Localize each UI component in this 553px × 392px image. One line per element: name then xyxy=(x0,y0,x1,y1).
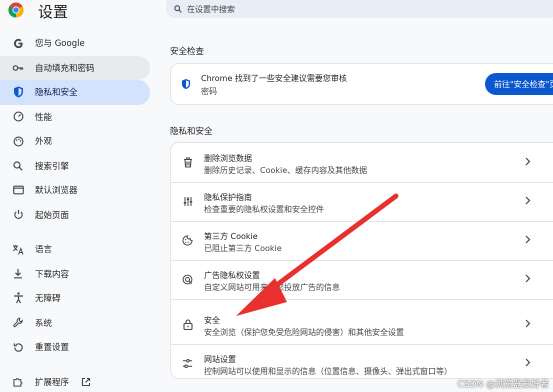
sidebar-item-label: 重置设置 xyxy=(35,343,70,354)
cookie-icon xyxy=(182,235,193,246)
shield-icon xyxy=(12,86,24,98)
sidebar-item-label: 默认浏览器 xyxy=(35,186,78,197)
sliders-icon xyxy=(182,196,193,207)
ad-privacy-icon xyxy=(182,274,193,285)
accessibility-icon xyxy=(12,292,24,304)
search-icon xyxy=(174,5,182,13)
search-placeholder: 在设置中搜索 xyxy=(187,4,235,14)
safety-check-title: Chrome 找到了一些安全建议需要您审核 xyxy=(201,74,347,83)
key-icon xyxy=(12,62,24,74)
row-title: 删除浏览数据 xyxy=(204,154,252,163)
row-title: 安全 xyxy=(204,316,220,325)
sidebar-item-label: 起始页面 xyxy=(35,210,70,221)
sidebar-item-autofill[interactable]: 自动填充和密码 xyxy=(0,55,150,80)
sidebar-item-label: 无障碍 xyxy=(35,294,61,305)
row-privacy-guide[interactable]: 隐私保护指南 检查重要的隐私权设置和安全控件 xyxy=(171,182,553,221)
browser-window-icon xyxy=(12,184,24,196)
row-subtitle: 自定义网站可用来向您投放广告的信息 xyxy=(204,283,340,292)
wrench-icon xyxy=(12,317,24,329)
sidebar-item-label: 语言 xyxy=(35,245,53,256)
chevron-right-icon xyxy=(525,196,531,205)
trash-icon xyxy=(182,157,193,168)
translate-icon xyxy=(12,243,24,255)
palette-icon xyxy=(12,135,24,147)
chevron-right-icon xyxy=(525,319,531,328)
sidebar-item-you-and-google[interactable]: 您与 Google xyxy=(0,31,150,56)
puzzle-icon xyxy=(12,376,24,388)
sidebar-item-system[interactable]: 系统 xyxy=(0,311,150,336)
settings-sidebar: 您与 Google 自动填充和密码 隐私和安全 性能 外观 搜索引擎 默认浏览器… xyxy=(0,31,150,392)
settings-search-input[interactable]: 在设置中搜索 xyxy=(166,0,553,18)
sidebar-item-label: 您与 Google xyxy=(35,39,85,50)
sidebar-item-label: 扩展程序 xyxy=(35,377,70,388)
power-icon xyxy=(12,209,24,221)
sidebar-item-downloads[interactable]: 下载内容 xyxy=(0,262,150,287)
sidebar-item-label: 系统 xyxy=(35,318,53,329)
sidebar-item-label: 下载内容 xyxy=(35,269,70,280)
sidebar-item-label: 外观 xyxy=(35,137,53,148)
row-subtitle: 已阻止第三方 Cookie xyxy=(204,244,282,253)
chrome-logo-icon xyxy=(8,2,24,18)
go-to-safety-check-button[interactable]: 前往"安全检查"页 xyxy=(485,73,553,95)
row-subtitle: 删除历史记录、Cookie、缓存内容及其他数据 xyxy=(204,166,368,175)
chevron-right-icon xyxy=(525,358,531,367)
row-title: 广告隐私权设置 xyxy=(204,271,260,280)
sidebar-item-accessibility[interactable]: 无障碍 xyxy=(0,286,150,311)
row-clear-browsing-data[interactable]: 删除浏览数据 删除历史记录、Cookie、缓存内容及其他数据 xyxy=(171,143,553,182)
google-icon xyxy=(12,37,24,49)
sidebar-item-label: 性能 xyxy=(35,112,53,123)
page-title: 设置 xyxy=(38,3,69,21)
row-title: 第三方 Cookie xyxy=(204,232,258,241)
sidebar-item-extensions[interactable]: 扩展程序 xyxy=(0,370,150,392)
row-title: 网站设置 xyxy=(204,355,236,364)
sidebar-item-performance[interactable]: 性能 xyxy=(0,105,150,130)
lock-icon xyxy=(182,319,193,330)
safety-check-card: Chrome 找到了一些安全建议需要您审核 密码 前往"安全检查"页 xyxy=(171,64,553,104)
speedometer-icon xyxy=(12,111,24,123)
sidebar-item-privacy-security[interactable]: 隐私和安全 xyxy=(0,80,150,105)
sidebar-item-search-engine[interactable]: 搜索引擎 xyxy=(0,154,150,179)
chevron-right-icon xyxy=(525,157,531,166)
row-security[interactable]: 安全 安全浏览（保护您免受危险网站的侵害）和其他安全设置 xyxy=(171,305,553,344)
sidebar-item-label: 自动填充和密码 xyxy=(35,63,95,74)
row-third-party-cookies[interactable]: 第三方 Cookie 已阻止第三方 Cookie xyxy=(171,221,553,260)
sidebar-item-reset-settings[interactable]: 重置设置 xyxy=(0,335,150,360)
row-ad-privacy[interactable]: 广告隐私权设置 自定义网站可用来向您投放广告的信息 xyxy=(171,260,553,299)
row-title: 隐私保护指南 xyxy=(204,193,252,202)
row-subtitle: 检查重要的隐私权设置和安全控件 xyxy=(204,205,324,214)
sidebar-item-label: 搜索引擎 xyxy=(35,161,70,172)
sidebar-item-languages[interactable]: 语言 xyxy=(0,237,150,262)
sidebar-item-label: 隐私和安全 xyxy=(35,88,78,99)
external-link-icon xyxy=(81,377,91,387)
row-subtitle: 安全浏览（保护您免受危险网站的侵害）和其他安全设置 xyxy=(204,328,404,337)
download-icon xyxy=(12,268,24,280)
shield-icon xyxy=(181,79,191,89)
history-icon xyxy=(12,341,24,353)
safety-check-subtitle: 密码 xyxy=(201,87,217,96)
watermark: CSDN @浏览器爱好者 xyxy=(457,380,549,390)
search-icon xyxy=(12,160,24,172)
chevron-right-icon xyxy=(525,235,531,244)
site-settings-icon xyxy=(182,358,193,369)
section-title-privacy-security: 隐私和安全 xyxy=(170,127,213,137)
section-title-safety-check: 安全检查 xyxy=(170,47,205,57)
privacy-security-card: 删除浏览数据 删除历史记录、Cookie、缓存内容及其他数据 隐私保护指南 检查… xyxy=(171,143,553,378)
sidebar-item-on-startup[interactable]: 起始页面 xyxy=(0,203,150,228)
chevron-right-icon xyxy=(525,274,531,283)
sidebar-item-default-browser[interactable]: 默认浏览器 xyxy=(0,178,150,203)
sidebar-item-appearance[interactable]: 外观 xyxy=(0,129,150,154)
row-subtitle: 控制网站可以使用和显示的信息（位置信息、摄像头、弹出式窗口等） xyxy=(204,367,452,376)
